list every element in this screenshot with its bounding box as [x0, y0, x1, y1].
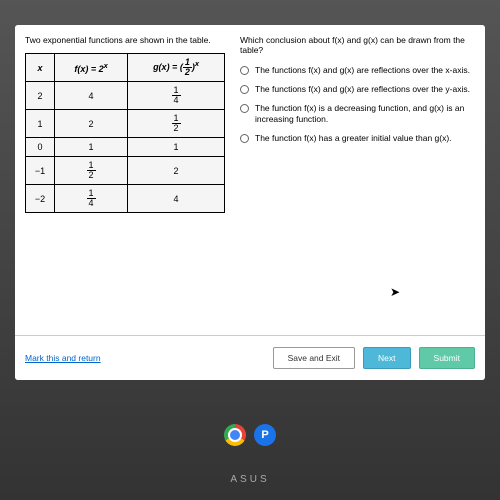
radio-icon[interactable] [240, 85, 249, 94]
mark-return-link[interactable]: Mark this and return [25, 353, 265, 363]
table-row: 1212 [26, 110, 225, 138]
taskbar: P [0, 420, 500, 450]
table-row: −1122 [26, 157, 225, 185]
header-x: x [26, 54, 55, 82]
content-area: Two exponential functions are shown in t… [15, 25, 485, 335]
header-gx: g(x) = (12)x [128, 54, 225, 82]
option-b[interactable]: The functions f(x) and g(x) are reflecti… [240, 84, 475, 95]
chrome-icon[interactable] [224, 424, 246, 446]
submit-button[interactable]: Submit [419, 347, 475, 369]
options-group: The functions f(x) and g(x) are reflecti… [240, 65, 475, 144]
screen: Two exponential functions are shown in t… [15, 25, 485, 380]
option-c[interactable]: The function f(x) is a decreasing functi… [240, 103, 475, 125]
prompt-text: Two exponential functions are shown in t… [25, 35, 225, 45]
save-exit-button[interactable]: Save and Exit [273, 347, 355, 369]
header-fx: f(x) = 2x [55, 54, 128, 82]
radio-icon[interactable] [240, 134, 249, 143]
option-d-label: The function f(x) has a greater initial … [255, 133, 452, 144]
cursor-icon: ➤ [390, 285, 400, 299]
table-row: −2144 [26, 185, 225, 213]
next-button[interactable]: Next [363, 347, 410, 369]
function-table: x f(x) = 2x g(x) = (12)x 2414 1212 011 −… [25, 53, 225, 213]
table-header-row: x f(x) = 2x g(x) = (12)x [26, 54, 225, 82]
table-row: 2414 [26, 82, 225, 110]
right-column: Which conclusion about f(x) and g(x) can… [240, 35, 475, 325]
option-a[interactable]: The functions f(x) and g(x) are reflecti… [240, 65, 475, 76]
left-column: Two exponential functions are shown in t… [25, 35, 225, 325]
option-d[interactable]: The function f(x) has a greater initial … [240, 133, 475, 144]
radio-icon[interactable] [240, 66, 249, 75]
footer-bar: Mark this and return Save and Exit Next … [15, 335, 485, 380]
radio-icon[interactable] [240, 104, 249, 113]
table-row: 011 [26, 138, 225, 157]
option-a-label: The functions f(x) and g(x) are reflecti… [255, 65, 470, 76]
app-icon[interactable]: P [254, 424, 276, 446]
option-b-label: The functions f(x) and g(x) are reflecti… [255, 84, 470, 95]
option-c-label: The function f(x) is a decreasing functi… [255, 103, 475, 125]
laptop-frame: Two exponential functions are shown in t… [0, 0, 500, 500]
brand-label: ASUS [230, 474, 269, 485]
question-text: Which conclusion about f(x) and g(x) can… [240, 35, 475, 55]
